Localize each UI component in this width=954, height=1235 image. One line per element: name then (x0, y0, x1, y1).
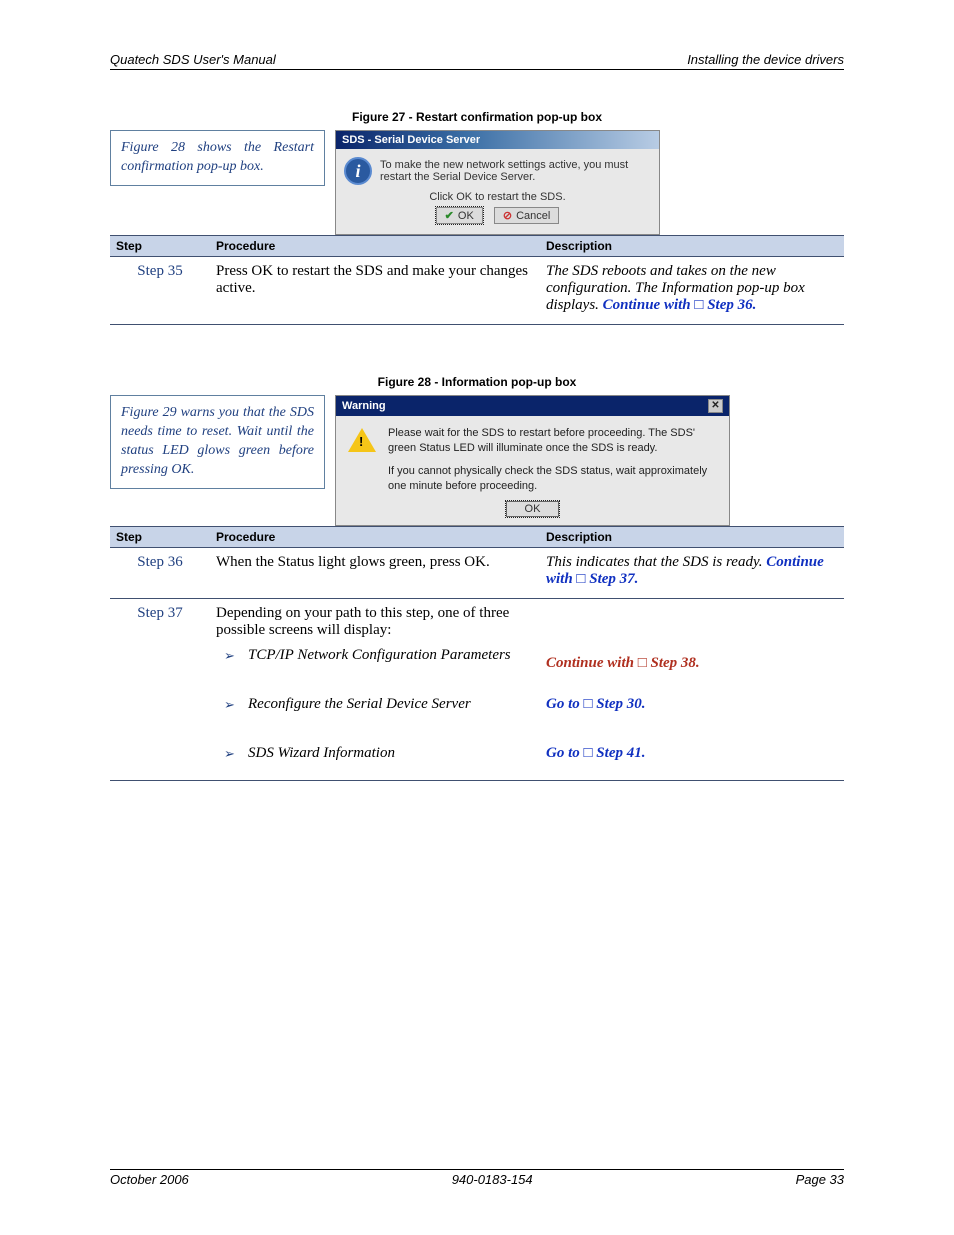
header-right: Installing the device drivers (687, 52, 844, 67)
opt-tcpip: TCP/IP Network Configuration Parameters (234, 647, 534, 664)
step-35-proc: Press OK to restart the SDS and make you… (210, 257, 540, 325)
opt-wizard: SDS Wizard Information (234, 745, 534, 762)
step-37-proc: Depending on your path to this step, one… (210, 599, 540, 683)
figure-28-caption: Figure 28 - Information pop-up box (110, 375, 844, 389)
header-left: Quatech SDS User's Manual (110, 52, 276, 67)
figure-28-callout: Figure 29 warns you that the SDS needs t… (110, 395, 325, 489)
steps-table-2: Step Procedure Description Step 36 When … (110, 526, 844, 781)
step-36-proc: When the Status light glows green, press… (210, 548, 540, 599)
link-step-38[interactable]: Continue with □ Step 38. (546, 655, 700, 671)
footer-center: 940-0183-154 (452, 1172, 533, 1187)
cancel-icon: ⊘ (503, 209, 512, 222)
th-proc: Procedure (210, 236, 540, 257)
step-36: Step 36 (116, 554, 204, 571)
page-footer: October 2006 940-0183-154 Page 33 (110, 1169, 844, 1187)
step-35: Step 35 (116, 263, 204, 280)
warning-icon (348, 428, 376, 452)
link-step-30[interactable]: Go to □ Step 30. (546, 696, 645, 712)
th-proc: Procedure (210, 527, 540, 548)
restart-dialog-sub: Click OK to restart the SDS. (344, 191, 651, 203)
opt-reconfigure: Reconfigure the Serial Device Server (234, 696, 534, 713)
warning-ok-button[interactable]: OK (506, 501, 560, 517)
close-icon[interactable]: ✕ (708, 399, 723, 413)
figure-27-callout: Figure 28 shows the Restart confirmation… (110, 130, 325, 186)
warning-p1: Please wait for the SDS to restart befor… (388, 426, 717, 456)
page-header: Quatech SDS User's Manual Installing the… (110, 52, 844, 70)
check-icon: ✔ (445, 209, 454, 222)
footer-left: October 2006 (110, 1172, 189, 1187)
step-36-desc: This indicates that the SDS is ready. Co… (540, 548, 844, 599)
warning-dialog-title: Warning (342, 400, 386, 412)
figure-27-caption: Figure 27 - Restart confirmation pop-up … (110, 110, 844, 124)
footer-right: Page 33 (796, 1172, 844, 1187)
link-step-36[interactable]: Continue with □ Step 36. (603, 297, 757, 313)
link-step-41[interactable]: Go to □ Step 41. (546, 745, 645, 761)
restart-dialog: SDS - Serial Device Server i To make the… (335, 130, 660, 235)
restart-dialog-message: To make the new network settings active,… (380, 159, 651, 183)
warning-p2: If you cannot physically check the SDS s… (388, 464, 717, 494)
step-35-desc: The SDS reboots and takes on the new con… (540, 257, 844, 325)
cancel-button[interactable]: ⊘Cancel (494, 207, 559, 224)
info-icon: i (344, 157, 372, 185)
restart-dialog-title: SDS - Serial Device Server (336, 131, 659, 149)
steps-table-1: Step Procedure Description Step 35 Press… (110, 235, 844, 325)
th-desc: Description (540, 236, 844, 257)
th-step: Step (110, 527, 210, 548)
step-37: Step 37 (116, 605, 204, 622)
warning-dialog: Warning ✕ Please wait for the SDS to res… (335, 395, 730, 526)
opt-tcpip-link-cell: Continue with □ Step 38. (540, 599, 844, 683)
th-desc: Description (540, 527, 844, 548)
th-step: Step (110, 236, 210, 257)
ok-button[interactable]: ✔OK (436, 207, 483, 224)
